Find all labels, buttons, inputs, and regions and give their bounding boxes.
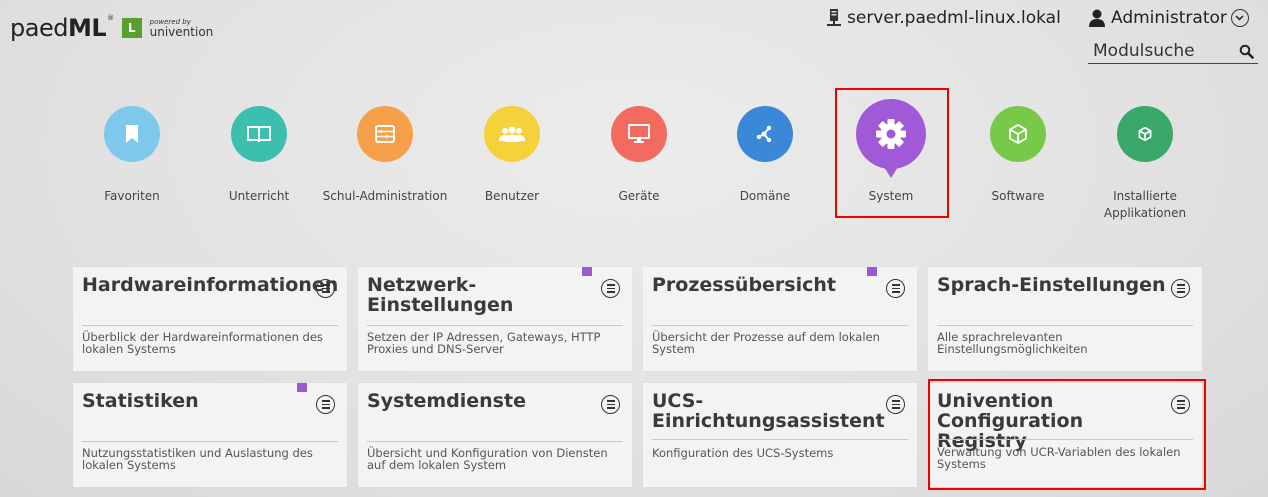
user-name: Administrator xyxy=(1111,8,1227,28)
category-label: Benutzer xyxy=(484,189,540,203)
category-favoriten[interactable]: Favoriten xyxy=(67,106,197,205)
menu-icon[interactable] xyxy=(886,279,905,298)
menu-icon[interactable] xyxy=(316,395,335,414)
tile-highlight xyxy=(928,379,1206,490)
tile-title: Statistiken xyxy=(82,390,199,412)
module-tile-statistiken[interactable]: Statistiken Nutzungsstatistiken und Ausl… xyxy=(73,383,347,487)
menu-icon[interactable] xyxy=(1171,279,1190,298)
module-tile-ucs-einrichtungsassistent[interactable]: UCS- Einrichtungsassistent Konfiguration… xyxy=(643,383,917,487)
menu-icon[interactable] xyxy=(886,395,905,414)
chevron-down-icon[interactable] xyxy=(1230,9,1249,27)
tile-title: Prozessübersicht xyxy=(652,274,836,296)
tile-description: Nutzungsstatistiken und Auslastung des l… xyxy=(82,446,313,472)
category-circle[interactable] xyxy=(357,106,413,162)
tile-title: Hardwareinformationen xyxy=(82,274,339,296)
tile-divider xyxy=(82,441,338,442)
users-icon xyxy=(499,126,525,142)
tile-description: Überblick der Hardwareinformationen des … xyxy=(82,330,323,356)
module-tile-systemdienste[interactable]: Systemdienste Übersicht und Konfiguratio… xyxy=(358,383,632,487)
logo-wordmark: paedML® xyxy=(10,14,114,42)
module-tile-netzwerk-einstellungen[interactable]: Netzwerk-Einstellungen Setzen der IP Adr… xyxy=(358,267,632,371)
category-label: Favoriten xyxy=(104,189,160,203)
menu-icon[interactable] xyxy=(316,279,335,298)
category-label: Schul-Administration xyxy=(322,189,448,203)
box-icon xyxy=(1009,124,1027,144)
category-circle[interactable] xyxy=(231,106,287,162)
tile-description: Konfiguration des UCS-Systems xyxy=(652,446,834,460)
category-circle[interactable] xyxy=(104,106,160,162)
search-icon[interactable] xyxy=(1239,44,1254,59)
category-geraete[interactable]: Geräte xyxy=(574,106,704,205)
module-tile-hardwareinformationen[interactable]: Hardwareinformationen Überblick der Hard… xyxy=(73,267,347,371)
category-circle[interactable] xyxy=(737,106,793,162)
category-circle[interactable] xyxy=(611,106,667,162)
box-small-icon xyxy=(1138,127,1152,141)
category-domaene[interactable]: Domäne xyxy=(700,106,830,205)
powered-by: powered by univention xyxy=(149,17,214,39)
tile-description: Setzen der IP Adressen, Gateways, HTTP P… xyxy=(367,330,601,356)
selection-highlight xyxy=(835,88,949,218)
tile-description: Übersicht der Prozesse auf dem lokalen S… xyxy=(652,330,880,356)
category-label: Installierte Applikationen xyxy=(1103,189,1187,220)
network-icon xyxy=(756,125,772,143)
category-circle[interactable] xyxy=(990,106,1046,162)
user-menu[interactable]: Administrator xyxy=(1088,8,1249,28)
category-label: Software xyxy=(991,189,1045,203)
tile-title: UCS- Einrichtungsassistent xyxy=(652,390,885,432)
monitor-icon xyxy=(628,124,650,143)
module-tile-sprach-einstellungen[interactable]: Sprach-Einstellungen Alle sprachrelevant… xyxy=(928,267,1202,371)
tile-divider xyxy=(937,325,1193,326)
category-installierte-applikationen[interactable]: Installierte Applikationen xyxy=(1080,106,1210,222)
tile-title: Sprach-Einstellungen xyxy=(937,274,1166,296)
category-schul-administration[interactable]: Schul-Administration xyxy=(320,106,450,205)
tile-title: Netzwerk-Einstellungen xyxy=(367,274,514,316)
category-software[interactable]: Software xyxy=(953,106,1083,205)
category-circle[interactable] xyxy=(1117,106,1173,162)
tile-description: Übersicht und Konfiguration von Diensten… xyxy=(367,446,608,472)
tile-divider xyxy=(82,325,338,326)
tile-divider xyxy=(367,325,623,326)
search-input[interactable]: Modulsuche xyxy=(1088,41,1195,61)
category-benutzer[interactable]: Benutzer xyxy=(447,106,577,205)
tile-description: Alle sprachrelevanten Einstellungsmöglic… xyxy=(937,330,1088,356)
tile-divider xyxy=(652,325,908,326)
abacus-icon xyxy=(375,125,395,143)
module-tile-prozessuebersicht[interactable]: Prozessübersicht Übersicht der Prozesse … xyxy=(643,267,917,371)
server-icon xyxy=(827,9,841,26)
logo-badge: L xyxy=(121,18,142,38)
server-name: server.paedml-linux.lokal xyxy=(826,8,1061,28)
tile-title: Systemdienste xyxy=(367,390,526,412)
tile-divider xyxy=(367,441,623,442)
menu-icon[interactable] xyxy=(601,395,620,414)
app-logo[interactable]: paedML® L powered by univention xyxy=(10,14,213,42)
category-label: Unterricht xyxy=(228,189,290,203)
bookmark-icon xyxy=(126,125,138,143)
category-label: Domäne xyxy=(739,189,791,203)
module-search[interactable]: Modulsuche xyxy=(1088,39,1258,64)
book-icon xyxy=(247,126,271,143)
category-unterricht[interactable]: Unterricht xyxy=(194,106,324,205)
tile-divider xyxy=(652,439,908,440)
menu-icon[interactable] xyxy=(601,279,620,298)
user-icon xyxy=(1089,9,1105,27)
category-circle[interactable] xyxy=(484,106,540,162)
category-label: Geräte xyxy=(618,189,660,203)
